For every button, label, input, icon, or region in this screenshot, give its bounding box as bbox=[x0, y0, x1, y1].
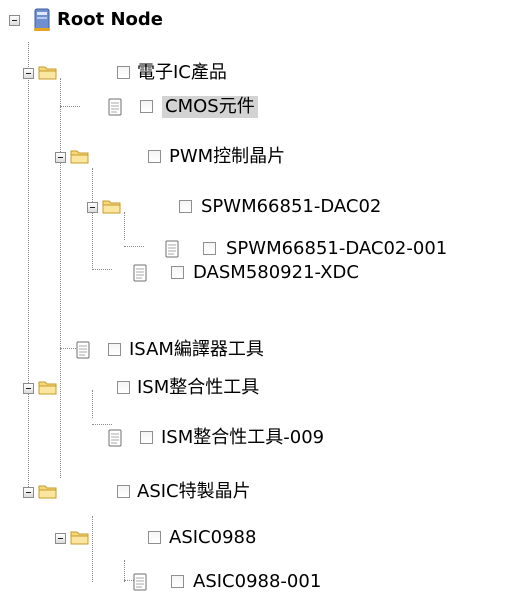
tree-node-file[interactable]: DASM580921-XDC bbox=[0, 256, 420, 290]
computer-icon bbox=[31, 8, 53, 36]
tree-node-folder[interactable]: PWM控制晶片 bbox=[0, 140, 330, 174]
collapse-toggle[interactable] bbox=[55, 152, 66, 163]
node-checkbox[interactable] bbox=[140, 431, 153, 444]
document-icon bbox=[108, 429, 122, 451]
tree-node-label[interactable]: ISM整合性工具 bbox=[134, 377, 262, 399]
folder-open-icon bbox=[38, 64, 58, 84]
document-icon bbox=[108, 98, 122, 120]
node-checkbox[interactable] bbox=[203, 242, 216, 255]
tree-node-file[interactable]: ISM整合性工具-009 bbox=[0, 421, 400, 455]
folder-open-icon bbox=[38, 379, 58, 399]
node-checkbox[interactable] bbox=[171, 266, 184, 279]
tree-node-label[interactable]: ISM整合性工具-009 bbox=[158, 427, 327, 449]
folder-open-icon bbox=[102, 198, 122, 218]
tree-node-file[interactable]: ISAM編譯器工具 bbox=[0, 333, 360, 367]
node-checkbox[interactable] bbox=[117, 485, 130, 498]
tree-node-label[interactable]: ASIC特製晶片 bbox=[134, 481, 254, 503]
document-icon bbox=[133, 573, 147, 595]
tree-node-file[interactable]: ASIC0988-001 bbox=[0, 565, 420, 599]
tree-node-file[interactable]: CMOS元件 bbox=[0, 90, 320, 124]
tree-node-label[interactable]: CMOS元件 bbox=[162, 96, 258, 118]
folder-open-icon bbox=[70, 148, 90, 168]
collapse-toggle[interactable] bbox=[87, 202, 98, 213]
collapse-toggle[interactable] bbox=[23, 383, 34, 394]
tree-view: Root Node 電子IC產品 CMOS元件 PWM控制晶片 SPWM6685… bbox=[0, 0, 522, 598]
tree-node-label[interactable]: Root Node bbox=[54, 9, 166, 31]
tree-node-label[interactable]: ASIC0988 bbox=[166, 527, 259, 549]
tree-node-folder[interactable]: ISM整合性工具 bbox=[0, 371, 360, 405]
tree-node-folder[interactable]: SPWM66851-DAC02 bbox=[0, 190, 420, 224]
document-icon bbox=[133, 264, 147, 286]
collapse-toggle[interactable] bbox=[23, 68, 34, 79]
tree-node-label[interactable]: DASM580921-XDC bbox=[190, 262, 362, 284]
tree-node-folder[interactable]: 電子IC產品 bbox=[0, 56, 300, 90]
document-icon bbox=[76, 341, 90, 363]
tree-node-root[interactable]: Root Node bbox=[0, 3, 260, 37]
node-checkbox[interactable] bbox=[117, 381, 130, 394]
tree-node-label[interactable]: SPWM66851-DAC02 bbox=[198, 196, 384, 218]
node-checkbox[interactable] bbox=[108, 343, 121, 356]
node-checkbox[interactable] bbox=[117, 66, 130, 79]
tree-node-label[interactable]: 電子IC產品 bbox=[134, 62, 230, 84]
node-checkbox[interactable] bbox=[179, 200, 192, 213]
tree-node-folder[interactable]: ASIC0988 bbox=[0, 521, 340, 555]
tree-node-label[interactable]: PWM控制晶片 bbox=[166, 146, 288, 168]
node-checkbox[interactable] bbox=[171, 575, 184, 588]
collapse-toggle[interactable] bbox=[23, 487, 34, 498]
folder-open-icon bbox=[38, 483, 58, 503]
node-checkbox[interactable] bbox=[148, 531, 161, 544]
node-checkbox[interactable] bbox=[148, 150, 161, 163]
tree-node-folder[interactable]: ASIC特製晶片 bbox=[0, 475, 320, 509]
collapse-toggle[interactable] bbox=[9, 15, 20, 26]
node-checkbox[interactable] bbox=[140, 100, 153, 113]
collapse-toggle[interactable] bbox=[55, 533, 66, 544]
tree-node-label[interactable]: ASIC0988-001 bbox=[190, 571, 324, 593]
tree-node-label[interactable]: ISAM編譯器工具 bbox=[126, 339, 267, 361]
folder-open-icon bbox=[70, 529, 90, 549]
